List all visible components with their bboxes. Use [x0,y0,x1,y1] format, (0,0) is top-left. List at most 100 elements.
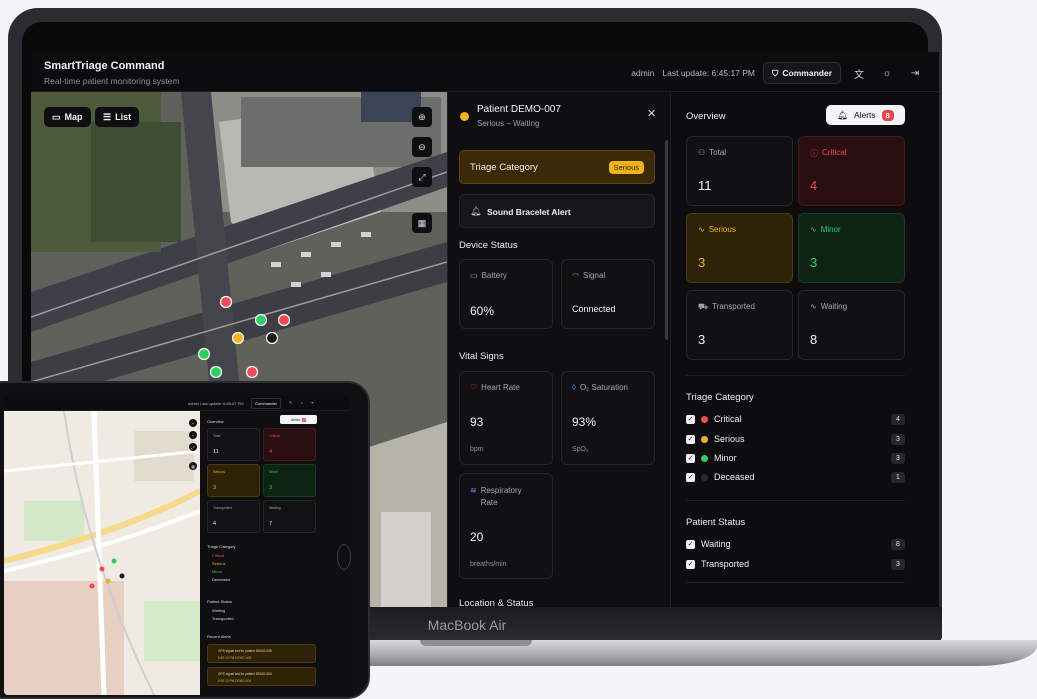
filter-deceased[interactable]: ✓ Deceased 1 [686,470,905,484]
alerts-button[interactable]: 🔔︎ Alerts 8 [826,105,905,125]
sun-icon[interactable]: ☼ [300,400,304,405]
detail-scrollbar[interactable] [665,140,668,340]
last-update: Last update: 6:45:17 PM [662,68,756,78]
sound-alert-label: Sound Bracelet Alert [487,207,571,217]
filter-serious[interactable]: ✓ Serious 3 [686,432,905,446]
tablet-header: admin Last update: 6:55:07 PM Commander … [4,395,349,411]
heart-rate-value: 93 [470,415,484,429]
truck-icon: ⛟ [698,302,709,311]
tablet-stat-minor: Minor 3 [263,464,316,497]
translate-icon[interactable]: ✎ [289,400,292,405]
battery-value: 60% [470,304,495,318]
filter-waiting-label: Waiting [701,539,731,549]
alert-circle-icon: ⓘ [810,149,818,158]
location-status-heading: Location & Status [459,598,534,607]
divider [686,582,905,583]
filter-minor[interactable]: ✓ Minor 3 [686,451,905,465]
stat-waiting-label: Waiting [820,302,848,311]
stat-minor-value: 3 [810,255,818,270]
filter-critical-label: Critical [714,414,742,424]
laptop-notch [420,640,532,646]
checkbox-checked-icon[interactable]: ✓ [686,559,695,569]
layers-icon[interactable]: ▦ [189,462,197,470]
checkbox-checked-icon[interactable]: ✓ [686,539,695,549]
activity-icon: ∿ [810,225,817,234]
checkbox-checked-icon[interactable]: ✓ [686,453,695,463]
tablet-stat-waiting: Waiting 7 [263,500,316,533]
filter-critical[interactable]: ✓ Critical 4 [686,412,905,426]
tablet-filter-deceased[interactable]: Deceased [212,577,230,582]
overview-title: Overview [686,111,726,122]
patient-marker[interactable] [245,365,259,379]
filter-waiting[interactable]: ✓ Waiting 8 [686,537,905,551]
tablet-stat-serious-value: 3 [213,485,217,491]
translate-icon[interactable]: 文 [849,63,869,83]
activity-icon: ∿ [810,302,817,311]
tablet-alert-item[interactable]: GPS signal lost for patient DEMO-008 6:5… [207,644,316,663]
triage-category-label: Triage Category [470,162,538,173]
filter-transported[interactable]: ✓ Transported 3 [686,557,905,571]
deceased-dot [701,473,708,481]
stat-critical-value: 4 [810,178,818,193]
patient-detail-panel: Patient DEMO-007 Serious – Waiting ✕ Tri… [447,92,671,607]
filter-minor-label: Minor [714,453,737,463]
patient-marker[interactable] [231,331,245,345]
tablet-filter-waiting[interactable]: Waiting [212,608,225,613]
overview-panel: Overview 🔔︎ Alerts 8 ⚇ Total 11 ⓘ Critical… [671,92,939,607]
sound-alert-button[interactable]: 🔔︎ Sound Bracelet Alert [459,194,655,228]
tablet-alerts-button[interactable]: Alerts 2 [280,415,317,424]
zoom-in-icon[interactable]: + [189,419,197,427]
signal-value: Connected [572,304,616,314]
alerts-count-badge: 8 [881,109,894,121]
logout-icon[interactable]: ⇥ [905,63,925,83]
tablet-overview-panel: Overview Alerts 2 Total 11 Critical 4 Seri… [200,411,349,695]
droplet-icon: ◊ [572,383,576,392]
heart-rate-card: ♡ Heart Rate 93 bpm [459,371,553,465]
tablet-alerts-badge: 2 [302,417,306,422]
tablet-stat-total-label: Total [213,434,221,438]
app-header: SmartTriage Command Real-time patient mo… [31,52,939,92]
commander-button[interactable]: ⛉ Commander [763,62,841,84]
tablet-filter-minor[interactable]: Minor [212,569,222,574]
tablet-stat-total-value: 11 [213,449,219,455]
tablet-filter-transported[interactable]: Transported [212,616,233,621]
tablet-filter-serious[interactable]: Serious [212,561,226,566]
patient-marker[interactable] [277,313,291,327]
checkbox-checked-icon[interactable]: ✓ [686,472,695,482]
tablet-stat-minor-label: Minor [269,470,278,474]
tablet-commander-button[interactable]: Commander [251,398,282,409]
zoom-out-icon[interactable]: − [189,431,197,439]
tablet-stat-transported: Transported 4 [207,500,260,533]
stat-serious: ∿ Serious 3 [686,213,793,283]
stat-transported-label: Transported [712,302,755,311]
tablet-stat-total: Total 11 [207,428,260,461]
triage-badge: Serious [608,161,644,174]
o2-unit: SpO₂ [572,446,589,453]
close-icon[interactable]: ✕ [647,107,656,120]
patient-marker[interactable] [209,365,223,379]
patient-marker[interactable] [254,313,268,327]
tablet-alert-item[interactable]: GPS signal lost for patient DEMO-004 6:5… [207,667,316,686]
sun-icon[interactable]: ☼ [877,63,897,83]
triage-category-box[interactable]: Triage Category Serious [459,150,655,184]
patient-marker[interactable] [265,331,279,345]
filter-serious-label: Serious [714,434,745,444]
commander-label: Commander [782,68,832,78]
checkbox-checked-icon[interactable]: ✓ [686,434,695,444]
tablet-street-map[interactable]: + − ⤢ ▦ [4,411,200,695]
signal-card: ◠ Signal Connected [561,259,655,329]
user-name: admin [631,68,655,78]
patient-marker[interactable] [197,347,211,361]
fullscreen-icon[interactable]: ⤢ [189,443,197,451]
respiratory-rate-card: ≋ Respiratory Rate 20 breaths/min [459,473,553,579]
tablet-filter-critical[interactable]: Critical [212,553,224,558]
tablet-alerts-label: Alerts [291,417,300,422]
stat-serious-label: Serious [708,225,736,234]
filter-serious-count: 3 [891,433,905,445]
patient-marker[interactable] [219,295,233,309]
battery-icon: ▭ [470,271,478,280]
stat-minor-label: Minor [820,225,841,234]
tablet-alert-meta: 6:50:12 PM DEMO-004 [218,679,252,683]
checkbox-checked-icon[interactable]: ✓ [686,414,695,424]
logout-icon[interactable]: ⇥ [310,400,313,405]
